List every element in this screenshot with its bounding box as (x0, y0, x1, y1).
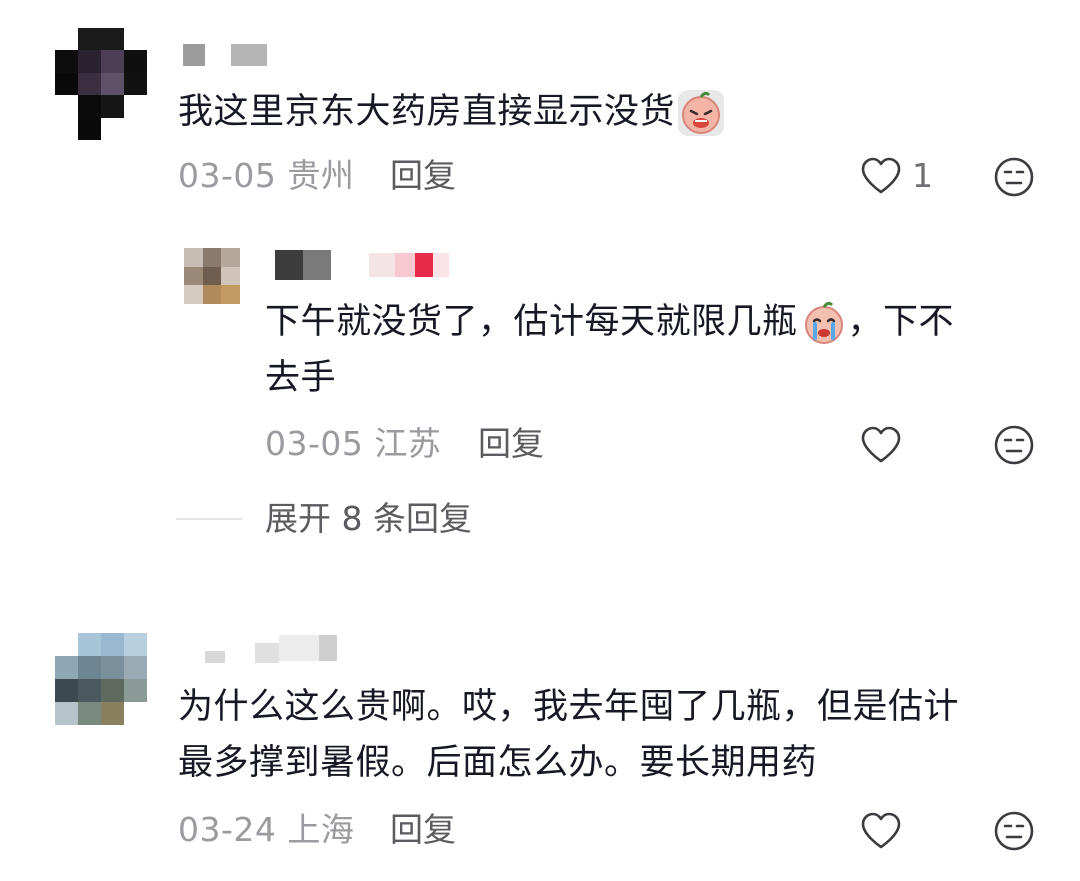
comment-location: 上海 (287, 810, 355, 849)
neutral-face-icon[interactable] (993, 810, 1035, 852)
heart-outline-icon (861, 157, 901, 193)
comment-text: 我这里京东大药房直接显示没货 (178, 84, 725, 140)
comment-location: 贵州 (287, 156, 355, 195)
crying-face-emoji (678, 90, 725, 136)
reply-button[interactable]: 回复 (390, 156, 456, 196)
sobbing-face-emoji (804, 301, 843, 344)
username-blurred[interactable] (183, 633, 337, 663)
reply-button[interactable]: 回复 (478, 424, 544, 464)
heart-outline-icon[interactable] (860, 812, 902, 850)
avatar[interactable] (55, 28, 147, 140)
reply-avatar[interactable] (184, 248, 240, 304)
comment-meta: 03-24 上海 (178, 810, 354, 850)
comment-date: 03-05 (178, 156, 277, 195)
reply-date: 03-05 (265, 424, 364, 463)
neutral-face-icon[interactable] (993, 156, 1035, 198)
reply-location: 江苏 (374, 424, 442, 463)
like-button[interactable]: 1 (860, 156, 933, 195)
like-count: 1 (912, 156, 933, 195)
avatar[interactable] (55, 633, 147, 725)
reply-text: 下午就没货了，估计每天就限几瓶 ，下不 去手 (265, 294, 1025, 406)
username-blurred[interactable] (183, 44, 267, 66)
comment-meta: 03-05 贵州 (178, 156, 354, 196)
comment-text: 为什么这么贵啊。哎，我去年囤了几瓶，但是估计 最多撑到暑假。后面怎么办。要长期用… (178, 687, 960, 783)
comment-date: 03-24 (178, 810, 277, 849)
expand-replies-button[interactable]: 展开 8 条回复 (265, 499, 472, 539)
reply-button[interactable]: 回复 (390, 810, 456, 850)
expand-divider (176, 518, 242, 520)
heart-outline-icon[interactable] (860, 426, 902, 464)
neutral-face-icon[interactable] (993, 424, 1035, 466)
reply-username-blurred[interactable] (275, 250, 449, 280)
reply-meta: 03-05 江苏 (265, 424, 441, 464)
